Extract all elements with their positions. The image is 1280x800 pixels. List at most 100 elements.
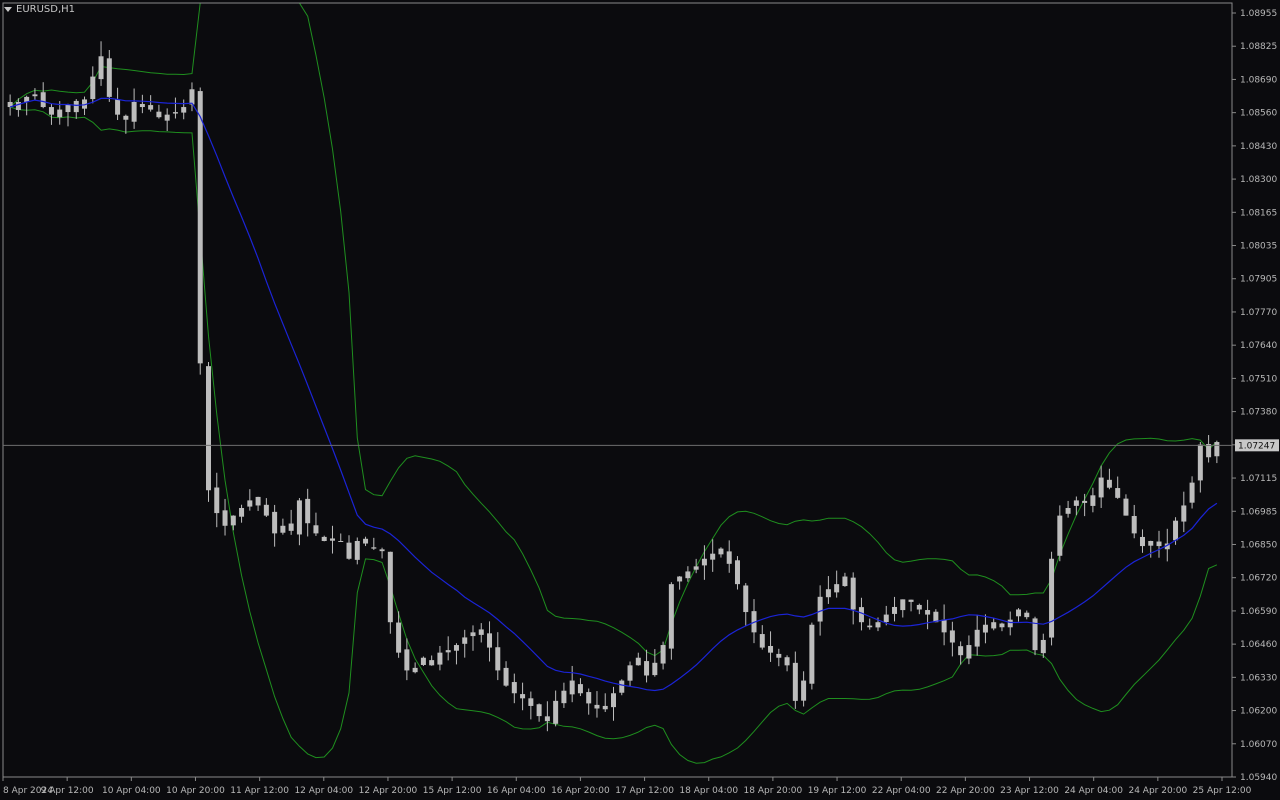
candle-body <box>900 599 906 611</box>
candle-body <box>602 705 608 710</box>
x-tick-label: 11 Apr 12:00 <box>230 786 289 796</box>
candle-body <box>230 515 236 526</box>
candle-body <box>635 657 641 666</box>
candle-body <box>1173 520 1179 541</box>
candle-body <box>131 101 137 122</box>
candle-body <box>999 623 1005 628</box>
candle-body <box>189 89 195 105</box>
candle-body <box>462 637 468 644</box>
candle-body <box>825 589 831 598</box>
axes: 1.08955 1.08825 1.08690 1.08560 1.08430 1.083… <box>2 2 1279 796</box>
candle-body <box>867 625 873 628</box>
candle-body <box>404 649 410 671</box>
candle-body <box>247 500 253 507</box>
chevron-down-icon[interactable] <box>4 7 12 12</box>
x-tick-label: 17 Apr 12:00 <box>615 786 674 796</box>
candle-body <box>1197 444 1203 481</box>
candle-body <box>1082 500 1088 503</box>
candle-body <box>313 525 319 534</box>
y-tick-label: 1.08825 <box>1240 42 1277 52</box>
candle-body <box>1115 488 1121 498</box>
x-tick-label: 24 Apr 20:00 <box>1128 786 1187 796</box>
candle-body <box>272 511 278 534</box>
candle-body <box>544 716 550 722</box>
candle-body <box>197 91 203 364</box>
candle-body <box>73 100 79 113</box>
candle-body <box>511 682 517 694</box>
candle-body <box>172 112 178 114</box>
x-tick-label: 10 Apr 04:00 <box>102 786 161 796</box>
candle-body <box>734 560 740 585</box>
plot-frame <box>2 2 1233 778</box>
candle-body <box>801 680 807 701</box>
candle-body <box>842 576 848 587</box>
candle-body <box>379 549 385 552</box>
candle-body <box>726 551 732 564</box>
candle-body <box>139 103 145 108</box>
y-tick-label: 1.08430 <box>1240 142 1277 152</box>
candle-body <box>834 584 840 593</box>
x-tick-label: 10 Apr 20:00 <box>166 786 225 796</box>
candle-body <box>1040 639 1046 654</box>
candle-body <box>148 105 154 110</box>
candle-body <box>106 58 112 97</box>
y-tick-label: 1.07640 <box>1240 341 1277 351</box>
candle-body <box>974 629 980 647</box>
candle-body <box>817 596 823 622</box>
candle-body <box>1123 498 1129 516</box>
candle-body <box>1156 541 1162 547</box>
moving-average <box>9 97 1218 692</box>
candle-body <box>288 523 294 531</box>
x-tick-label: 22 Apr 20:00 <box>936 786 995 796</box>
y-tick-label: 1.08300 <box>1240 175 1277 185</box>
candle-body <box>429 660 435 666</box>
candle-body <box>296 500 302 535</box>
candle-body <box>222 510 228 526</box>
candle-body <box>701 558 707 566</box>
candle-body <box>156 111 162 118</box>
y-tick-label: 1.08560 <box>1240 109 1277 119</box>
candle-body <box>577 684 583 694</box>
y-tick-label: 1.07770 <box>1240 308 1277 318</box>
candle-body <box>784 657 790 666</box>
price-chart[interactable]: 1.08955 1.08825 1.08690 1.08560 1.08430 1.083… <box>0 0 1280 800</box>
x-tick-label: 19 Apr 12:00 <box>808 786 867 796</box>
candle-body <box>1016 609 1021 617</box>
candle-body <box>329 538 335 541</box>
y-tick-label: 1.06330 <box>1240 673 1277 683</box>
y-tick-label: 1.08955 <box>1240 9 1277 19</box>
x-tick-label: 16 Apr 20:00 <box>551 786 610 796</box>
candle-body <box>644 661 650 676</box>
candle-body <box>1139 536 1145 547</box>
x-tick-label: 12 Apr 04:00 <box>294 786 353 796</box>
candle-body <box>263 504 269 516</box>
y-tick-label: 1.07510 <box>1240 374 1277 384</box>
candle-body <box>487 633 493 648</box>
candle-body <box>338 540 344 542</box>
candle-body <box>470 632 476 637</box>
candle-body <box>181 107 187 113</box>
candle-body <box>1024 612 1030 618</box>
candle-body <box>280 525 286 533</box>
x-tick-label: 22 Apr 04:00 <box>872 786 931 796</box>
x-tick-label: 16 Apr 04:00 <box>487 786 546 796</box>
candle-body <box>1098 477 1104 498</box>
candle-body <box>949 630 955 643</box>
candle-body <box>15 101 21 110</box>
candle-body <box>164 114 170 121</box>
candle-body <box>1131 515 1137 534</box>
candle-body <box>743 585 749 613</box>
candle-body <box>48 107 54 115</box>
current-price-label: 1.07247 <box>1238 441 1275 451</box>
candle-body <box>991 622 997 629</box>
y-tick-label: 1.08690 <box>1240 75 1277 85</box>
y-tick-label: 1.08035 <box>1240 242 1277 252</box>
candle-body <box>925 610 931 615</box>
candle-body <box>768 645 774 653</box>
x-tick-label: 15 Apr 12:00 <box>423 786 482 796</box>
candle-body <box>98 56 104 80</box>
candle-body <box>363 538 369 544</box>
y-tick-label: 1.07115 <box>1240 474 1277 484</box>
candle-body <box>412 667 418 673</box>
candle-body <box>718 548 724 555</box>
